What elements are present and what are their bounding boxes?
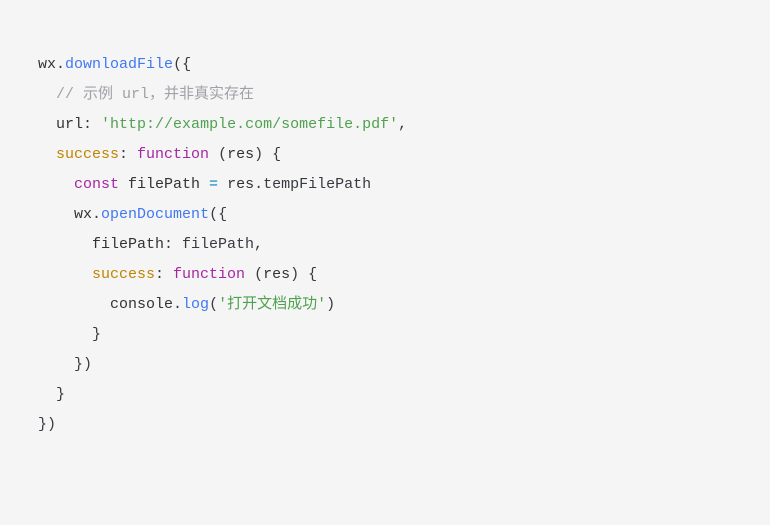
code-block: wx.downloadFile({ // 示例 url，并非真实存在 url: …	[0, 0, 770, 490]
code-line-8: success: function (res) {	[38, 266, 317, 283]
code-line-2: // 示例 url，并非真实存在	[38, 86, 254, 103]
code-line-1: wx.downloadFile({	[38, 56, 191, 73]
code-line-7: filePath: filePath,	[38, 236, 263, 253]
code-line-4: success: function (res) {	[38, 146, 281, 163]
code-line-10: }	[38, 326, 101, 343]
code-line-9: console.log('打开文档成功')	[38, 296, 335, 313]
code-line-5: const filePath = res.tempFilePath	[38, 176, 371, 193]
code-line-13: })	[38, 416, 56, 433]
code-line-3: url: 'http://example.com/somefile.pdf',	[38, 116, 407, 133]
code-line-6: wx.openDocument({	[38, 206, 227, 223]
code-line-11: })	[38, 356, 92, 373]
code-line-12: }	[38, 386, 65, 403]
